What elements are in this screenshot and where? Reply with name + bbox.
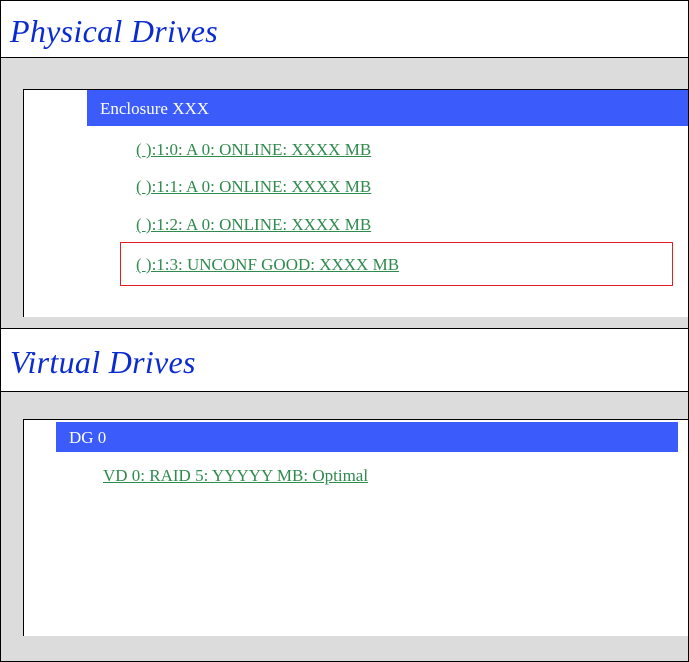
virtual-drives-header: Virtual Drives (1, 329, 688, 391)
virtual-drive-link-0[interactable]: VD 0: RAID 5: YYYYY MB: Optimal (103, 467, 368, 484)
physical-drive-link-2[interactable]: ( ):1:2: A 0: ONLINE: XXXX MB (136, 216, 371, 233)
physical-drives-title: Physical Drives (10, 13, 218, 49)
physical-drive-link-3[interactable]: ( ):1:3: UNCONF GOOD: XXXX MB (136, 256, 399, 273)
virtual-drives-title: Virtual Drives (10, 344, 196, 380)
physical-drives-body: Enclosure XXX ( ):1:0: A 0: ONLINE: XXXX… (1, 58, 688, 328)
drive-view-frame: Physical Drives Enclosure XXX ( ):1:0: A… (0, 0, 689, 662)
physical-drives-panel: Enclosure XXX ( ):1:0: A 0: ONLINE: XXXX… (23, 89, 688, 317)
physical-drive-link-0[interactable]: ( ):1:0: A 0: ONLINE: XXXX MB (136, 141, 371, 158)
disk-group-header[interactable]: DG 0 (56, 422, 678, 452)
virtual-drives-body: DG 0 VD 0: RAID 5: YYYYY MB: Optimal (1, 392, 688, 661)
physical-drives-header: Physical Drives (1, 1, 688, 57)
physical-drive-link-1[interactable]: ( ):1:1: A 0: ONLINE: XXXX MB (136, 178, 371, 195)
virtual-drives-panel: DG 0 VD 0: RAID 5: YYYYY MB: Optimal (23, 419, 688, 636)
enclosure-header[interactable]: Enclosure XXX (87, 90, 688, 126)
